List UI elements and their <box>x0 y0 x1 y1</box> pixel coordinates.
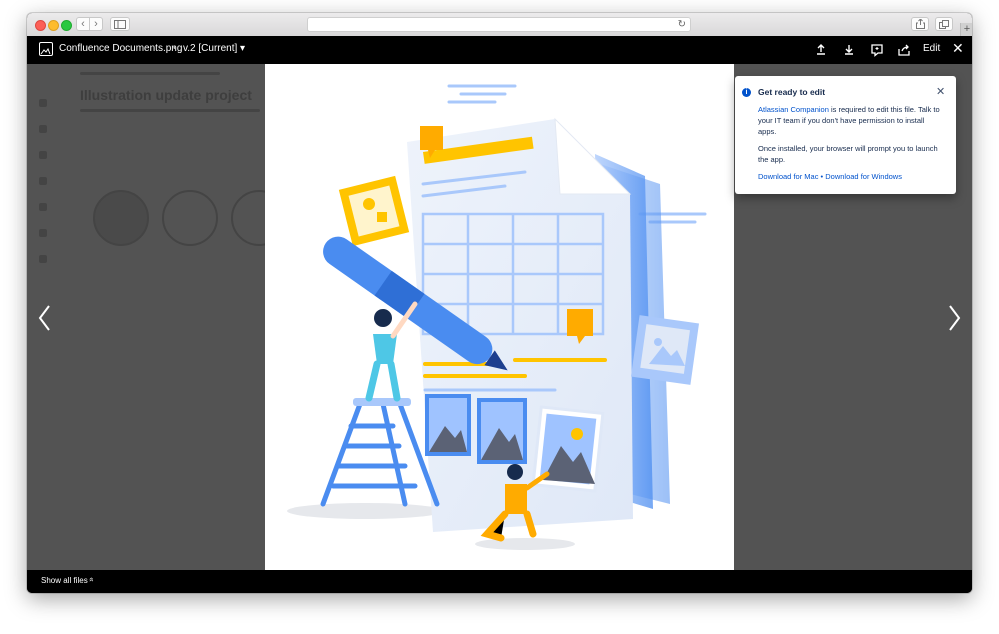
edit-button[interactable]: Edit <box>923 43 940 54</box>
share-button[interactable] <box>911 17 929 31</box>
background-ring-graphic <box>162 190 218 246</box>
chevron-up-icon[interactable]: » <box>87 577 96 581</box>
chevron-left-icon: ‹ <box>81 18 85 30</box>
download-icon[interactable] <box>842 43 856 57</box>
reload-icon[interactable]: ↻ <box>678 18 686 31</box>
documents-illustration <box>287 84 707 550</box>
new-tab-button[interactable]: + <box>960 23 972 36</box>
file-name: Confluence Documents.png <box>59 43 183 54</box>
browser-toolbar: ‹ › ↻ + <box>27 13 972 37</box>
image-preview <box>265 64 734 570</box>
version-dropdown[interactable]: v.2 [Current] ▾ <box>183 43 245 54</box>
close-flag-icon[interactable]: ✕ <box>936 85 945 98</box>
share-icon <box>915 18 925 29</box>
background-sidebar <box>39 99 47 299</box>
zoom-window-button[interactable] <box>61 20 72 31</box>
background-pie-graphic <box>93 190 149 246</box>
chevron-right-icon: › <box>94 18 98 30</box>
flag-text-installed: Once installed, your browser will prompt… <box>758 144 938 164</box>
browser-window: ‹ › ↻ + Confluence Documents.png • v.2 [… <box>27 13 972 593</box>
file-viewer-header: Confluence Documents.png • v.2 [Current]… <box>27 36 972 64</box>
close-viewer-icon[interactable]: ✕ <box>952 40 964 57</box>
upload-icon[interactable] <box>814 43 828 57</box>
background-meta-line <box>80 109 260 112</box>
forward-button[interactable]: › <box>89 17 103 31</box>
tabs-icon <box>939 20 949 29</box>
comment-icon[interactable] <box>870 43 884 57</box>
title-separator: • <box>173 43 177 54</box>
background-breadcrumb <box>80 72 220 75</box>
image-file-icon <box>39 42 53 56</box>
address-bar[interactable]: ↻ <box>307 17 691 32</box>
flag-body: Atlassian Companion is required to edit … <box>758 104 943 188</box>
show-tabs-button[interactable] <box>935 17 953 31</box>
atlassian-companion-link[interactable]: Atlassian Companion <box>758 105 829 114</box>
sidebar-icon <box>114 20 126 29</box>
previous-file-arrow[interactable] <box>37 304 53 332</box>
edit-notification-flag: i Get ready to edit ✕ Atlassian Companio… <box>735 76 956 194</box>
download-windows-link[interactable]: Download for Windows <box>825 172 902 181</box>
minimize-window-button[interactable] <box>48 20 59 31</box>
download-mac-link[interactable]: Download for Mac <box>758 172 818 181</box>
back-button[interactable]: ‹ <box>76 17 90 31</box>
show-all-files-button[interactable]: Show all files <box>41 576 88 585</box>
info-icon: i <box>742 88 751 97</box>
plus-icon: + <box>963 23 971 35</box>
next-file-arrow[interactable] <box>946 304 962 332</box>
close-window-button[interactable] <box>35 20 46 31</box>
sidebar-toggle-button[interactable] <box>110 17 130 31</box>
file-viewer-footer: Show all files » <box>27 570 972 593</box>
background-page-title: Illustration update project <box>80 87 252 103</box>
flag-title: Get ready to edit <box>758 87 826 97</box>
share-icon[interactable] <box>897 43 911 57</box>
